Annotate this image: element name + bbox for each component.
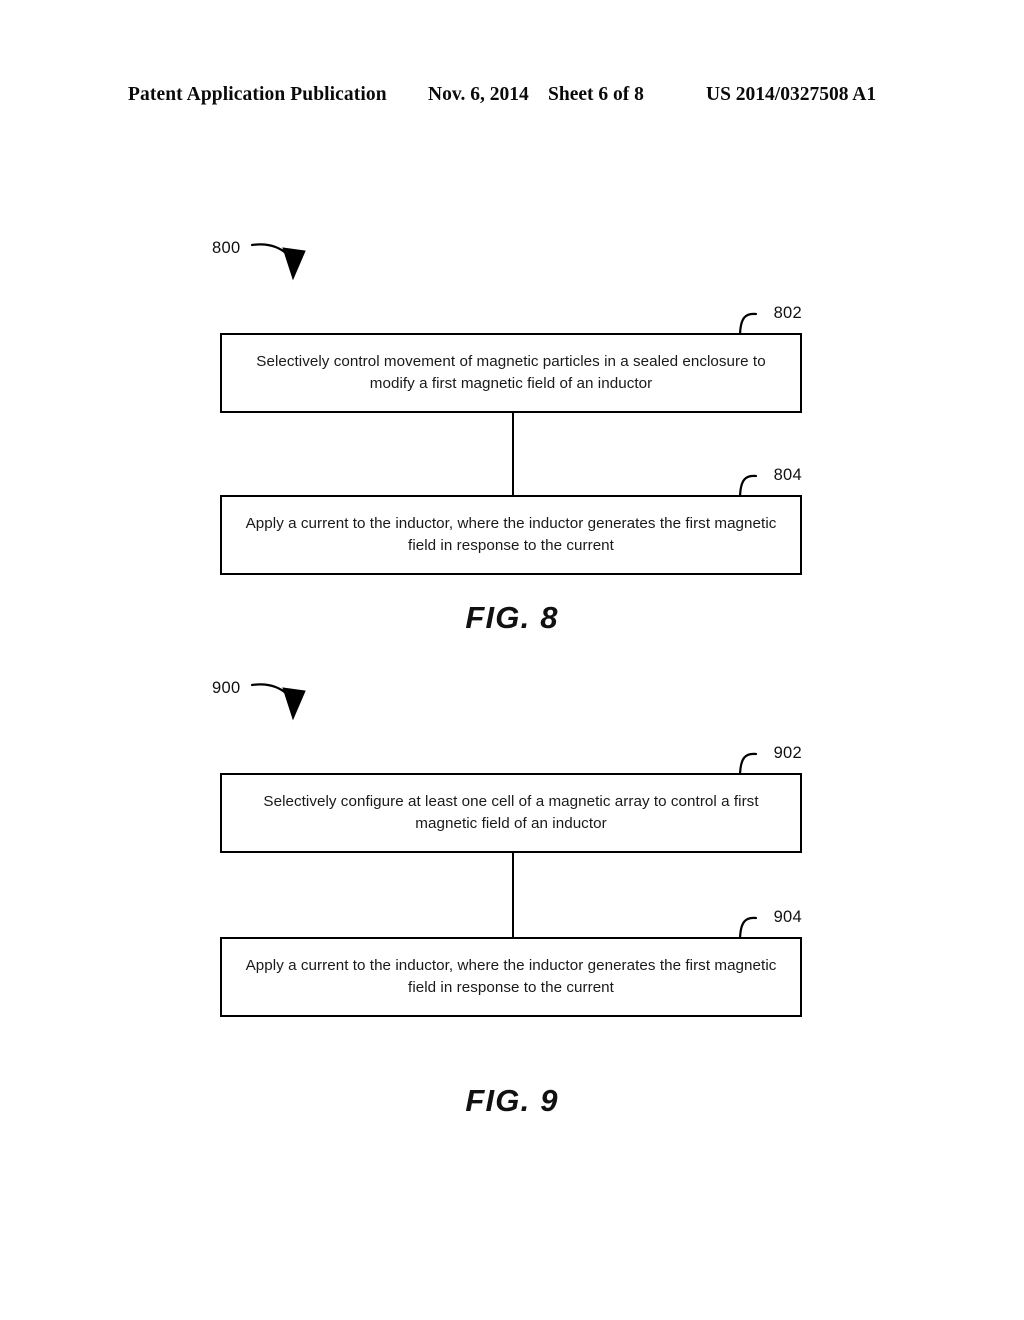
curved-arrow-icon bbox=[250, 243, 306, 281]
figure-8-caption: FIG. 8 bbox=[465, 600, 559, 635]
process-box-802: Selectively control movement of magnetic… bbox=[220, 333, 802, 413]
curved-arrow-icon bbox=[250, 683, 306, 721]
header-publication-title: Patent Application Publication bbox=[128, 84, 387, 105]
connector-902-to-904 bbox=[512, 853, 514, 937]
process-box-text: Apply a current to the inductor, where t… bbox=[245, 515, 777, 554]
header-sheet-number: Sheet 6 of 8 bbox=[548, 84, 644, 105]
header-publication-number: US 2014/0327508 A1 bbox=[706, 84, 877, 105]
flowchart-900-reference: 900 bbox=[212, 672, 322, 721]
connector-802-to-804 bbox=[512, 413, 514, 495]
process-box-text: Selectively configure at least one cell … bbox=[263, 793, 759, 832]
flowchart-reference-label: 900 bbox=[212, 679, 241, 697]
step-reference-label: 902 bbox=[773, 744, 802, 762]
process-box-text: Selectively control movement of magnetic… bbox=[256, 353, 766, 392]
flowchart-reference-label: 800 bbox=[212, 239, 241, 257]
flowchart-800-reference: 800 bbox=[212, 232, 322, 281]
process-box-902: Selectively configure at least one cell … bbox=[220, 773, 802, 853]
page-header: Patent Application Publication Nov. 6, 2… bbox=[0, 84, 1024, 114]
figure-9-caption: FIG. 9 bbox=[465, 1083, 559, 1118]
figure-8: 800 802 Selectively control movement of … bbox=[0, 230, 1024, 650]
process-box-804: Apply a current to the inductor, where t… bbox=[220, 495, 802, 575]
step-reference-label: 804 bbox=[773, 466, 802, 484]
figure-9: 900 902 Selectively configure at least o… bbox=[0, 668, 1024, 1138]
step-reference-label: 904 bbox=[773, 908, 802, 926]
process-box-904: Apply a current to the inductor, where t… bbox=[220, 937, 802, 1017]
step-reference-label: 802 bbox=[773, 304, 802, 322]
header-publication-date: Nov. 6, 2014 bbox=[428, 84, 529, 105]
process-box-text: Apply a current to the inductor, where t… bbox=[245, 957, 777, 996]
